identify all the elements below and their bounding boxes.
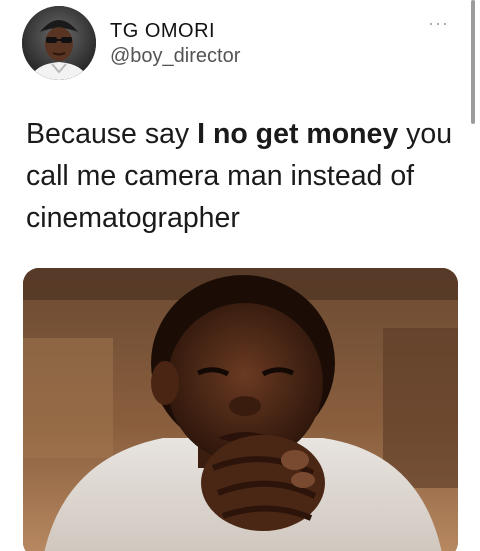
tweet-text: Because say I no get money you call me c… bbox=[26, 113, 466, 239]
more-horizontal-icon[interactable]: ··· bbox=[428, 14, 449, 32]
tweet-card: TG OMORI @boy_director ··· Because say I… bbox=[0, 0, 480, 551]
scrollbar[interactable] bbox=[471, 0, 475, 124]
tweet-media-image[interactable] bbox=[23, 268, 458, 551]
tweet-text-bold: I no get money bbox=[197, 118, 399, 150]
avatar[interactable] bbox=[22, 6, 96, 80]
tweet-text-part1: Because say bbox=[26, 118, 198, 150]
display-name[interactable]: TG OMORI bbox=[110, 20, 215, 43]
user-handle[interactable]: @boy_director bbox=[110, 45, 240, 68]
